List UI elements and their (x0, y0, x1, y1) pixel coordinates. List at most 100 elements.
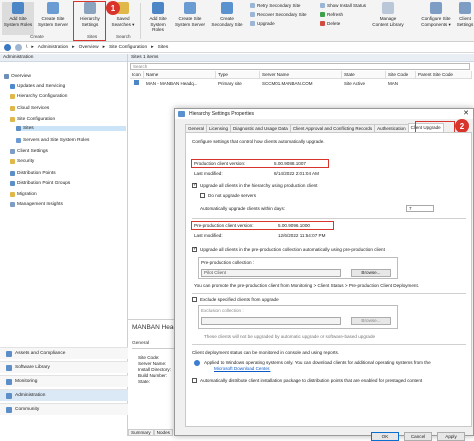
tree-item-client-settings[interactable]: Client Settings (10, 149, 48, 154)
upgrade-icon (250, 21, 255, 26)
production-modified-label: Last modified: (194, 171, 223, 176)
recover-icon (250, 12, 255, 17)
column-site-code[interactable]: Site Code (386, 71, 416, 79)
recover-secondary-site-button[interactable]: Recover Secondary Site (250, 12, 307, 17)
workspace-software-library[interactable]: Software Library (0, 361, 128, 373)
tree-item-site-configuration[interactable]: Site Configuration (10, 117, 55, 122)
details-field: Server Name: (138, 361, 167, 366)
windows-note: Applied to Windows operating systems onl… (204, 360, 431, 365)
column-icon[interactable]: Icon (130, 71, 144, 79)
dialog-titlebar: Hierarchy Settings Properties ✕ (175, 109, 473, 119)
server-icon (47, 2, 59, 14)
client-settings-button[interactable]: Client Settings (456, 2, 474, 35)
ribbon-separator (140, 3, 141, 39)
production-version-value: 5.00.9088.1007 (274, 161, 306, 166)
create-site-system-server-button-2[interactable]: Create Site System Server (174, 2, 206, 35)
retry-secondary-site-button[interactable]: Retry Secondary Site (250, 3, 300, 8)
manage-content-library-button[interactable]: Manage Content Library (370, 2, 406, 35)
search-input[interactable]: Search (130, 63, 470, 70)
site-icon (132, 80, 142, 87)
no-upgrade-servers-label: Do not upgrade servers (208, 193, 257, 198)
workspace-administration[interactable]: Administration (0, 389, 128, 401)
tree-item-sites[interactable]: Sites (16, 126, 126, 131)
delete-button[interactable]: Delete (320, 21, 340, 26)
tab-authentication[interactable]: Authentication (374, 124, 409, 132)
add-site-system-roles-button-2[interactable]: Add Site System Roles (144, 2, 172, 35)
upgrade-all-production-label: Upgrade all clients in the hierarchy usi… (200, 183, 318, 188)
forward-icon[interactable] (15, 44, 22, 51)
column-name[interactable]: Name (144, 71, 216, 79)
no-upgrade-servers-checkbox[interactable] (200, 193, 205, 198)
assets-icon (6, 350, 12, 357)
tree-item-security[interactable]: Security (10, 159, 34, 164)
cell-state: Site Active (344, 81, 366, 86)
column-state[interactable]: State (342, 71, 386, 79)
preproduction-collection-label: Pre-production collection : (201, 260, 255, 265)
tree-item-distribution-points[interactable]: Distribution Points (10, 171, 56, 176)
breadcrumb-root[interactable]: \ (26, 45, 27, 50)
column-type[interactable]: Type (216, 71, 260, 79)
show-install-status-button[interactable]: Show Install Status (320, 3, 366, 8)
distribution-icon (10, 171, 15, 176)
exclude-clients-checkbox[interactable] (192, 297, 197, 302)
upgrade-button[interactable]: Upgrade (250, 21, 275, 26)
breadcrumb-sites[interactable]: Sites (158, 45, 169, 50)
exclusion-collection-field[interactable] (201, 317, 341, 325)
folder-icon (10, 192, 15, 197)
column-server-name[interactable]: Server Name (260, 71, 342, 79)
add-site-system-roles-button[interactable]: Add Site System Roles (2, 2, 34, 35)
close-icon[interactable]: ✕ (463, 109, 469, 119)
create-secondary-site-button[interactable]: Create Secondary Site (210, 2, 244, 35)
auto-upgrade-days-stepper[interactable]: 7 (406, 205, 434, 212)
tab-licensing[interactable]: Licensing (206, 124, 232, 132)
folder-icon (10, 106, 15, 111)
configure-site-components-button[interactable]: Configure Site Components ▾ (418, 2, 454, 35)
tab-diagnostic-usage[interactable]: Diagnostic and Usage Data (230, 124, 291, 132)
breadcrumb-site-configuration[interactable]: Site Configuration (109, 45, 147, 50)
breadcrumb-administration[interactable]: Administration (38, 45, 68, 50)
production-modified-value: 8/14/2022 2:01:04 AM (274, 171, 319, 176)
breadcrumb: \ ▸ Administration ▸ Overview ▸ Site Con… (0, 43, 474, 53)
workspace-monitoring[interactable]: Monitoring (0, 375, 128, 387)
tree-item-migration[interactable]: Migration (10, 192, 37, 197)
tree-item-servers-roles[interactable]: Servers and Site System Roles (16, 138, 89, 143)
details-section: General (132, 341, 150, 346)
tree-item-distribution-point-groups[interactable]: Distribution Point Groups (10, 181, 70, 186)
retry-icon (250, 3, 255, 8)
auto-distribute-checkbox[interactable] (192, 378, 197, 383)
column-parent-site-code[interactable]: Parent Site Code (416, 71, 472, 79)
tree-item-cloud-services[interactable]: Cloud Services (10, 106, 49, 111)
create-site-system-server-button[interactable]: Create Site System Server (36, 2, 70, 35)
distribution-group-icon (10, 181, 15, 186)
back-icon[interactable] (4, 44, 11, 51)
apply-button[interactable]: Apply (437, 432, 465, 441)
tree-item-management-insights[interactable]: Management Insights (10, 202, 63, 207)
upgrade-all-preproduction-checkbox[interactable] (192, 247, 197, 252)
tree-item-updates[interactable]: Updates and Servicing (10, 84, 65, 89)
exclusion-browse-button[interactable]: Browse... (351, 317, 391, 325)
tab-nodes[interactable]: Nodes (153, 429, 173, 436)
updates-icon (10, 84, 15, 89)
folder-icon (10, 94, 15, 99)
details-field: Build Number: (138, 373, 168, 378)
cell-server-name: SCCM01.MANBAN.COM (262, 81, 313, 86)
preproduction-collection-field[interactable]: Pilot Client (201, 269, 341, 277)
download-center-link[interactable]: Microsoft Download Center. (214, 366, 270, 371)
workspace-community[interactable]: Community (0, 403, 128, 415)
tab-client-approval[interactable]: Client Approval and Conflicting Records (289, 124, 376, 132)
tab-general[interactable]: General (185, 124, 208, 132)
breadcrumb-overview[interactable]: Overview (79, 45, 99, 50)
tree-item-hierarchy-configuration[interactable]: Hierarchy Configuration (10, 94, 67, 99)
cancel-button[interactable]: Cancel (404, 432, 432, 441)
ok-button[interactable]: OK (371, 432, 399, 441)
upgrade-all-production-checkbox[interactable] (192, 183, 197, 188)
cell-type: Primary site (218, 81, 242, 86)
upgrade-all-preproduction-label: Upgrade all clients in the pre-productio… (200, 247, 385, 252)
tree-item-overview[interactable]: Overview (4, 74, 31, 79)
results-header: Sites 1 items (128, 54, 474, 62)
tab-summary[interactable]: Summary (128, 429, 154, 436)
workspace-assets-compliance[interactable]: Assets and Compliance (0, 347, 128, 359)
preproduction-browse-button[interactable]: Browse... (351, 269, 391, 277)
details-tabs: Summary Nodes (128, 429, 173, 436)
refresh-button[interactable]: Refresh (320, 12, 343, 17)
